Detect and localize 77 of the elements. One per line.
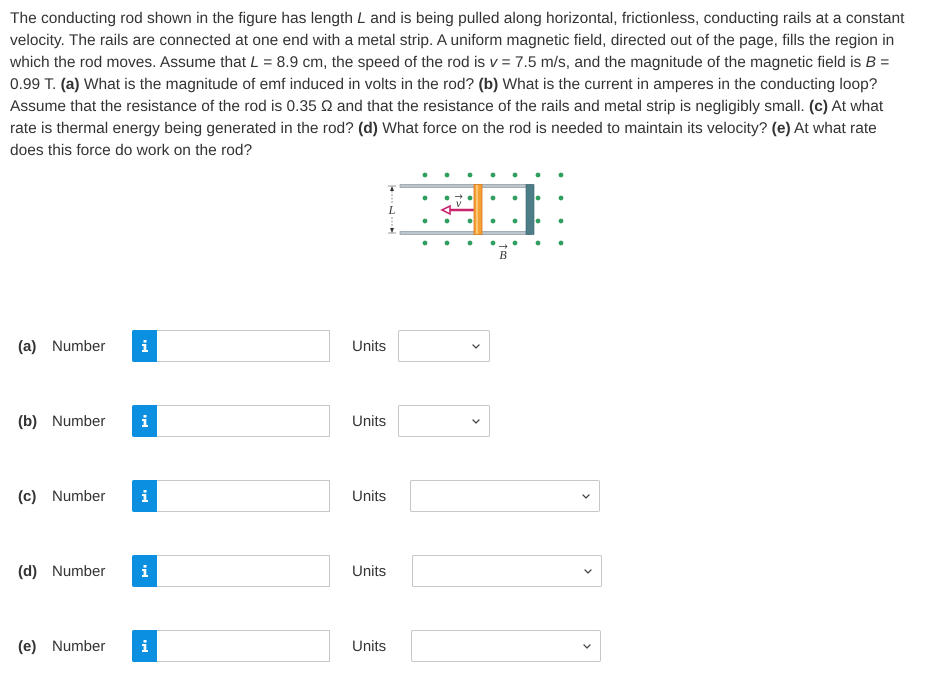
caret-icon — [472, 418, 480, 424]
caret-icon — [582, 494, 590, 498]
vector-arrow-icon — [454, 194, 462, 199]
part-label: (c) — [18, 488, 38, 504]
field-dot — [444, 218, 450, 224]
field-dot — [468, 172, 472, 178]
field-dot — [536, 218, 540, 224]
vector-arrow-icon — [498, 244, 508, 249]
field-dot — [490, 172, 496, 178]
info-icon — [140, 340, 148, 352]
part-label: (b) — [18, 412, 38, 430]
number-field[interactable] — [157, 405, 330, 437]
question-text: The conducting rod shown in the figure has length L and is being pulled along horizontal, frictionless, conducting rails at a constant velocity. The rails are connected at one end with a metal strip. A uniform magnetic field, directed out of the page, fills the region in which the rod moves. Assume that L = 8.9 cm, the speed of the rod is v = 7.5 m/s, and the magnitude of the magnetic field is B = 0.99 T. (a) What is the magnitude of emf induced in volts in the rod? (b) What is the current in amperes in the conducting loop? Assume that the resistance of the rod is 0.35 Ω and that the resistance of the rails and metal strip is negligibly small. (c) At what rate is thermal energy being generated in the rod? (d) What force on the rod is needed to maintain its velocity? (e) At what rate does this force do work on the rod? — [9, 9, 906, 161]
units-label: Units — [352, 412, 388, 430]
field-dot — [444, 240, 450, 246]
field-dot — [422, 240, 428, 246]
number-label: Number — [52, 562, 106, 580]
field-dot — [536, 172, 540, 178]
field-dot — [536, 240, 540, 246]
part-label: (d) — [18, 562, 38, 580]
units-label: Units — [352, 488, 388, 504]
field-dot — [444, 196, 450, 200]
field-dot — [422, 172, 428, 178]
field-dot — [558, 196, 564, 200]
info-button[interactable] — [132, 330, 157, 362]
info-button[interactable] — [132, 630, 157, 662]
units-select[interactable] — [410, 480, 600, 512]
field-dot — [468, 196, 472, 200]
info-icon — [140, 640, 148, 652]
units-label: Units — [352, 562, 388, 580]
field-dot — [558, 172, 564, 178]
field-dot — [558, 218, 564, 224]
part-label: (a) — [18, 338, 38, 354]
field-dot — [558, 240, 564, 246]
caret-icon — [472, 344, 480, 348]
metal-strip — [526, 184, 534, 235]
length-label: L — [388, 203, 396, 217]
caret-icon — [583, 644, 591, 648]
units-label: Units — [352, 638, 388, 654]
field-dot — [490, 218, 496, 224]
units-select[interactable] — [398, 405, 490, 437]
conducting-rod — [474, 184, 482, 235]
field-dot — [422, 196, 428, 200]
part-label: (e) — [18, 638, 38, 654]
length-dimension-arrow — [388, 186, 396, 234]
field-dot — [468, 218, 472, 224]
info-button[interactable] — [132, 480, 157, 512]
number-label: Number — [52, 338, 106, 354]
field-dot — [444, 172, 450, 178]
info-icon — [140, 415, 148, 427]
units-select[interactable] — [412, 555, 602, 587]
field-dot — [536, 196, 540, 200]
field-dot — [490, 196, 496, 200]
info-button[interactable] — [132, 405, 157, 437]
number-label: Number — [52, 412, 106, 430]
field-dot — [490, 240, 496, 246]
info-icon — [140, 565, 148, 577]
units-label: Units — [352, 338, 388, 354]
field-dot — [468, 240, 472, 246]
number-label: Number — [52, 638, 106, 654]
info-icon — [140, 490, 148, 502]
number-field[interactable] — [157, 480, 330, 512]
field-dot — [512, 196, 518, 200]
field-label: B — [499, 248, 507, 262]
field-dot — [512, 218, 518, 224]
caret-icon — [584, 568, 592, 574]
units-select[interactable] — [398, 330, 490, 362]
number-field[interactable] — [157, 330, 330, 362]
info-button[interactable] — [132, 555, 157, 587]
units-select[interactable] — [411, 630, 601, 662]
number-label: Number — [52, 488, 106, 504]
field-dot — [512, 172, 518, 178]
number-field[interactable] — [157, 630, 330, 662]
velocity-label: v — [456, 196, 462, 210]
field-dot — [512, 240, 518, 246]
field-dot — [422, 218, 428, 224]
number-field[interactable] — [157, 555, 330, 587]
